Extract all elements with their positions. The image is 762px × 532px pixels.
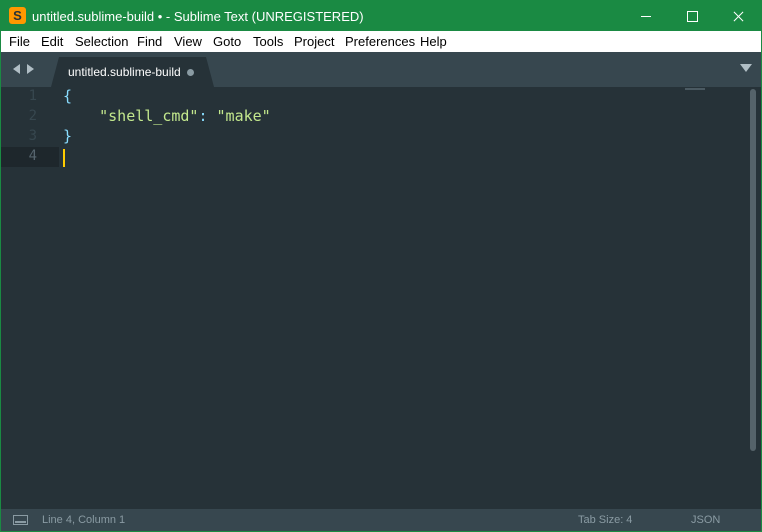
tab-nav-right-icon[interactable] (27, 64, 34, 74)
json-separator: : (198, 107, 217, 125)
maximize-button[interactable] (669, 1, 715, 31)
unsaved-dot-icon[interactable] (187, 69, 194, 76)
tab-nav-left-icon[interactable] (13, 64, 20, 74)
json-value: "make" (216, 107, 271, 125)
close-brace: } (63, 127, 73, 145)
title-bar[interactable]: S untitled.sublime-build • - Sublime Tex… (1, 1, 761, 31)
window-title: untitled.sublime-build • - Sublime Text … (32, 9, 364, 24)
code-line-3: } (63, 127, 72, 145)
syntax-indicator[interactable]: JSON (691, 514, 720, 526)
scrollbar-thumb[interactable] (750, 89, 756, 451)
line-number: 1 (28, 88, 37, 104)
text-cursor (63, 149, 65, 167)
close-button[interactable] (715, 1, 761, 31)
menu-project[interactable]: Project (294, 34, 334, 49)
vertical-scrollbar[interactable] (750, 89, 758, 507)
minimize-button[interactable] (623, 1, 669, 31)
menu-file[interactable]: File (9, 34, 30, 49)
menu-find[interactable]: Find (137, 34, 162, 49)
sublime-window: S untitled.sublime-build • - Sublime Tex… (0, 0, 762, 532)
panel-toggle-icon[interactable] (13, 515, 28, 525)
menu-view[interactable]: View (174, 34, 202, 49)
menu-help[interactable]: Help (420, 34, 447, 49)
tab-size-indicator[interactable]: Tab Size: 4 (578, 514, 632, 526)
cursor-position: Line 4, Column 1 (42, 514, 126, 526)
menu-selection[interactable]: Selection (75, 34, 128, 49)
line-number-current: 4 (28, 148, 37, 164)
menu-bar: File Edit Selection Find View Goto Tools… (1, 31, 761, 52)
menu-edit[interactable]: Edit (41, 34, 63, 49)
sublime-app-icon: S (9, 7, 26, 24)
code-line-1: { (63, 87, 72, 105)
tab-list-dropdown-icon[interactable] (740, 64, 752, 72)
json-key: "shell_cmd" (99, 107, 199, 125)
tab-untitled-sublime-build[interactable]: untitled.sublime-build (51, 57, 214, 87)
menu-goto[interactable]: Goto (213, 34, 241, 49)
app-icon-letter: S (13, 8, 22, 23)
menu-tools[interactable]: Tools (253, 34, 283, 49)
line-number: 3 (28, 128, 37, 144)
minimap-preview[interactable] (685, 88, 705, 90)
line-number: 2 (28, 108, 37, 124)
tab-label: untitled.sublime-build (68, 65, 181, 79)
editor-area[interactable]: 1 2 3 4 { "shell_cmd": "make" } (1, 87, 761, 509)
tab-bar: untitled.sublime-build (1, 52, 761, 87)
code-line-2: "shell_cmd": "make" (63, 107, 271, 125)
open-brace: { (63, 87, 73, 105)
menu-preferences[interactable]: Preferences (345, 34, 415, 49)
status-bar: Line 4, Column 1 Tab Size: 4 JSON (1, 509, 761, 531)
